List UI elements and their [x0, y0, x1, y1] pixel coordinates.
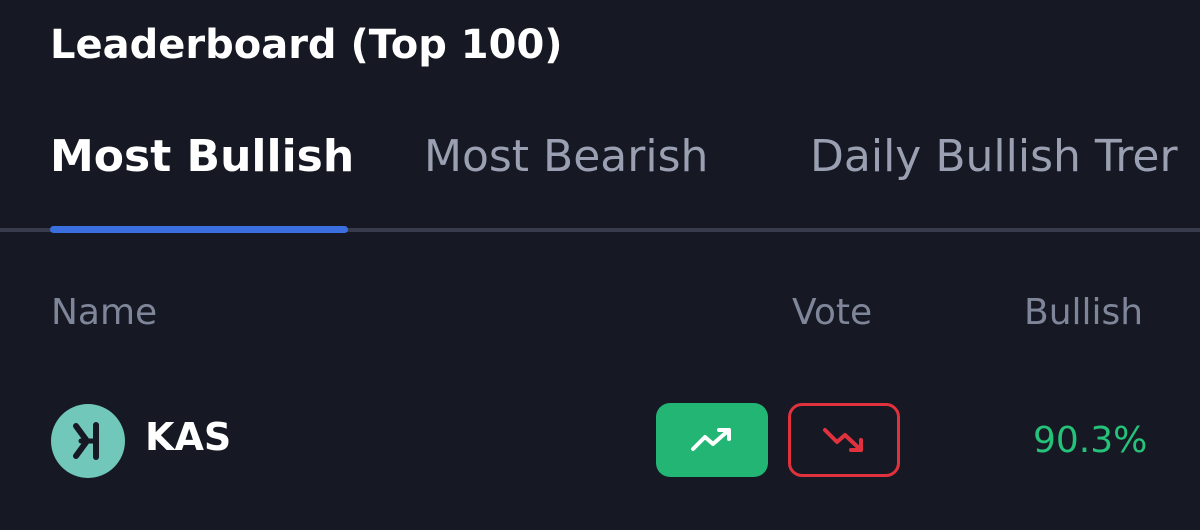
tab-most-bullish[interactable]: Most Bullish [50, 131, 354, 182]
tab-bar: Most Bullish Most Bearish Daily Bullish … [0, 125, 1200, 235]
active-tab-indicator [50, 226, 348, 233]
column-header-bullish: Bullish [1024, 292, 1144, 333]
column-header-name: Name [51, 292, 158, 333]
vote-bullish-button[interactable] [656, 403, 768, 477]
trending-up-icon [691, 428, 731, 451]
table-row[interactable]: KAS 90.3% [0, 395, 1200, 485]
tab-most-bearish[interactable]: Most Bearish [424, 131, 708, 182]
bullish-percentage: 90.3% [1033, 420, 1148, 461]
trending-down-icon [823, 428, 863, 452]
coin-symbol: KAS [145, 415, 232, 459]
page-title: Leaderboard (Top 100) [50, 22, 563, 68]
vote-bearish-button[interactable] [788, 403, 900, 477]
kaspa-logo-icon [51, 404, 125, 478]
tab-daily-bullish-trend[interactable]: Daily Bullish Trer [810, 131, 1178, 182]
column-header-vote: Vote [792, 292, 873, 333]
